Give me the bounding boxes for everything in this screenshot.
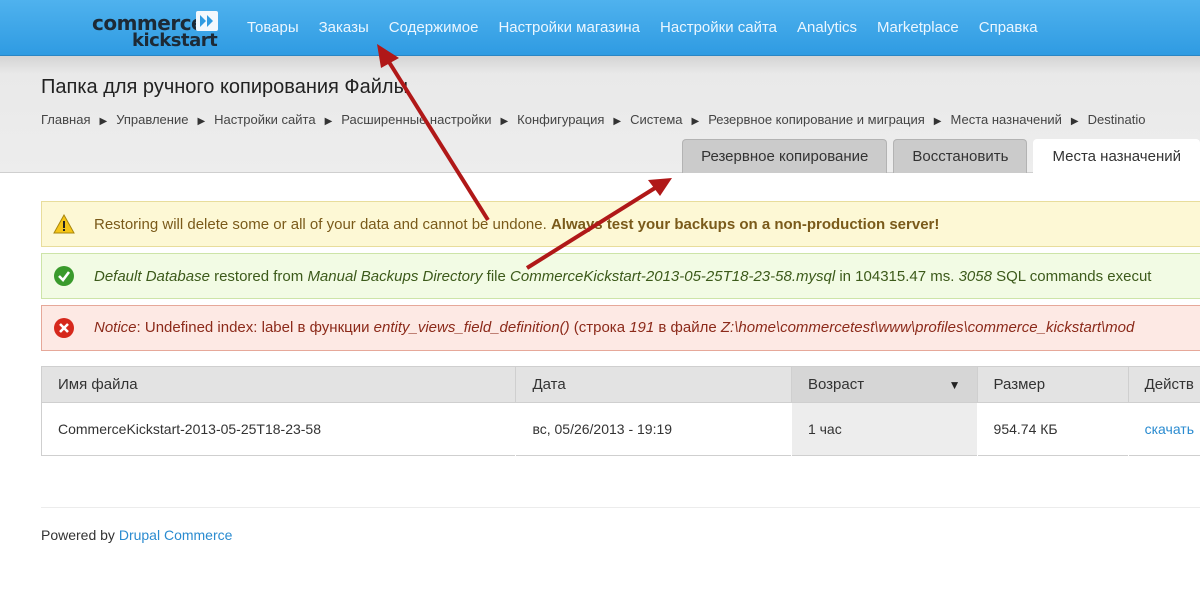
breadcrumb-separator-icon: ▶ bbox=[324, 116, 333, 127]
column-header-age[interactable]: Возраст ▼ bbox=[791, 366, 978, 403]
breadcrumb-item-site-settings[interactable]: Настройки сайта bbox=[214, 112, 315, 127]
column-header-size[interactable]: Размер bbox=[977, 366, 1129, 403]
status-db: Default Database bbox=[94, 268, 210, 285]
footer-prefix: Powered by bbox=[41, 527, 119, 543]
breadcrumb-separator-icon: ▶ bbox=[1070, 116, 1079, 127]
breadcrumb-item-destination[interactable]: Destinatio bbox=[1088, 112, 1146, 127]
error-notice: Notice bbox=[94, 319, 137, 336]
nav-item-content[interactable]: Содержимое bbox=[389, 19, 479, 36]
error-path: Z:\home\commercetest\www\profiles\commer… bbox=[720, 319, 1135, 336]
local-tabs: Резервное копирование Восстановить Места… bbox=[676, 139, 1200, 173]
sort-desc-icon: ▼ bbox=[948, 378, 961, 392]
top-navigation-bar: commerce kickstart Товары Заказы Содержи… bbox=[0, 0, 1200, 56]
breadcrumb-item-home[interactable]: Главная bbox=[41, 112, 90, 127]
column-header-age-label: Возраст bbox=[807, 376, 865, 393]
nav-item-marketplace[interactable]: Marketplace bbox=[877, 19, 959, 36]
tab-destinations[interactable]: Места назначений bbox=[1033, 139, 1200, 173]
arrow-head-backup-icon bbox=[648, 178, 672, 196]
error-line: 191 bbox=[629, 319, 655, 336]
status-text-2: file bbox=[482, 268, 511, 285]
breadcrumb-separator-icon: ▶ bbox=[613, 116, 622, 127]
footer-divider bbox=[41, 507, 1200, 508]
breadcrumb-item-configuration[interactable]: Конфигурация bbox=[517, 112, 604, 127]
column-header-actions: Действ bbox=[1128, 366, 1200, 403]
warning-message: Restoring will delete some or all of you… bbox=[41, 201, 1200, 247]
nav-item-orders[interactable]: Заказы bbox=[319, 19, 369, 36]
warning-text: Restoring will delete some or all of you… bbox=[94, 216, 551, 233]
status-text-4: SQL commands execut bbox=[991, 268, 1152, 285]
warning-icon bbox=[53, 213, 75, 238]
nav-item-analytics[interactable]: Analytics bbox=[797, 19, 857, 36]
error-text-2: (строка bbox=[569, 319, 630, 336]
status-file: CommerceKickstart-2013-05-25T18-23-58.my… bbox=[510, 268, 836, 285]
error-message: Notice: Undefined index: label в функции… bbox=[41, 305, 1200, 351]
breadcrumb: Главная ▶ Управление ▶ Настройки сайта ▶ Расши… bbox=[41, 112, 1145, 127]
status-message: Default Database restored from Manual Ba… bbox=[41, 253, 1200, 299]
download-link[interactable]: скачать bbox=[1145, 421, 1194, 437]
error-function: entity_views_field_definition() bbox=[373, 319, 570, 336]
column-header-filename[interactable]: Имя файла bbox=[41, 366, 517, 403]
breadcrumb-separator-icon: ▶ bbox=[933, 116, 942, 127]
status-count: 3058 bbox=[958, 268, 992, 285]
breadcrumb-separator-icon: ▶ bbox=[99, 116, 108, 127]
page-title: Папка для ручного копирования Файлы bbox=[41, 76, 408, 98]
tab-restore[interactable]: Восстановить bbox=[893, 139, 1028, 173]
cell-filename: CommerceKickstart-2013-05-25T18-23-58 bbox=[41, 402, 517, 456]
breadcrumb-item-system[interactable]: Система bbox=[630, 112, 682, 127]
nav-item-products[interactable]: Товары bbox=[247, 19, 299, 36]
breadcrumb-separator-icon: ▶ bbox=[500, 116, 509, 127]
cell-date: вс, 05/26/2013 - 19:19 bbox=[515, 402, 792, 456]
tab-backup[interactable]: Резервное копирование bbox=[682, 139, 888, 173]
breadcrumb-separator-icon: ▶ bbox=[197, 116, 206, 127]
backups-table: Имя файла Дата Возраст ▼ Размер Действ Co… bbox=[41, 366, 1200, 456]
footer: Powered by Drupal Commerce bbox=[41, 527, 232, 543]
column-header-date[interactable]: Дата bbox=[515, 366, 792, 403]
logo-line-2: kickstart bbox=[132, 30, 218, 51]
main-menu: Товары Заказы Содержимое Настройки магаз… bbox=[237, 0, 1048, 55]
table-row: CommerceKickstart-2013-05-25T18-23-58 вс… bbox=[41, 402, 1200, 456]
cell-age: 1 час bbox=[791, 402, 978, 456]
fast-forward-icon bbox=[196, 11, 218, 31]
nav-item-site-settings[interactable]: Настройки сайта bbox=[660, 19, 777, 36]
breadcrumb-item-backup-migrate[interactable]: Резервное копирование и миграция bbox=[708, 112, 925, 127]
check-icon bbox=[53, 265, 75, 291]
breadcrumb-item-destinations[interactable]: Места назначений bbox=[951, 112, 1062, 127]
breadcrumb-separator-icon: ▶ bbox=[691, 116, 700, 127]
status-text-3: in 104315.47 ms. bbox=[835, 268, 959, 285]
cell-actions: скачать bbox=[1128, 402, 1200, 456]
error-x-icon bbox=[53, 317, 75, 343]
nav-item-store-settings[interactable]: Настройки магазина bbox=[498, 19, 640, 36]
cell-size: 954.74 КБ bbox=[977, 402, 1129, 456]
breadcrumb-item-advanced-settings[interactable]: Расширенные настройки bbox=[341, 112, 491, 127]
error-text-1: : Undefined index: label в функции bbox=[136, 319, 374, 336]
status-text-1: restored from bbox=[209, 268, 308, 285]
error-text-3: в файле bbox=[654, 319, 721, 336]
warning-emphasis: Always test your backups on a non-produc… bbox=[550, 216, 940, 233]
breadcrumb-item-admin[interactable]: Управление bbox=[116, 112, 188, 127]
nav-item-help[interactable]: Справка bbox=[979, 19, 1038, 36]
status-source: Manual Backups Directory bbox=[307, 268, 483, 285]
drupal-commerce-link[interactable]: Drupal Commerce bbox=[119, 527, 233, 543]
commerce-kickstart-logo[interactable]: commerce kickstart bbox=[92, 11, 222, 51]
